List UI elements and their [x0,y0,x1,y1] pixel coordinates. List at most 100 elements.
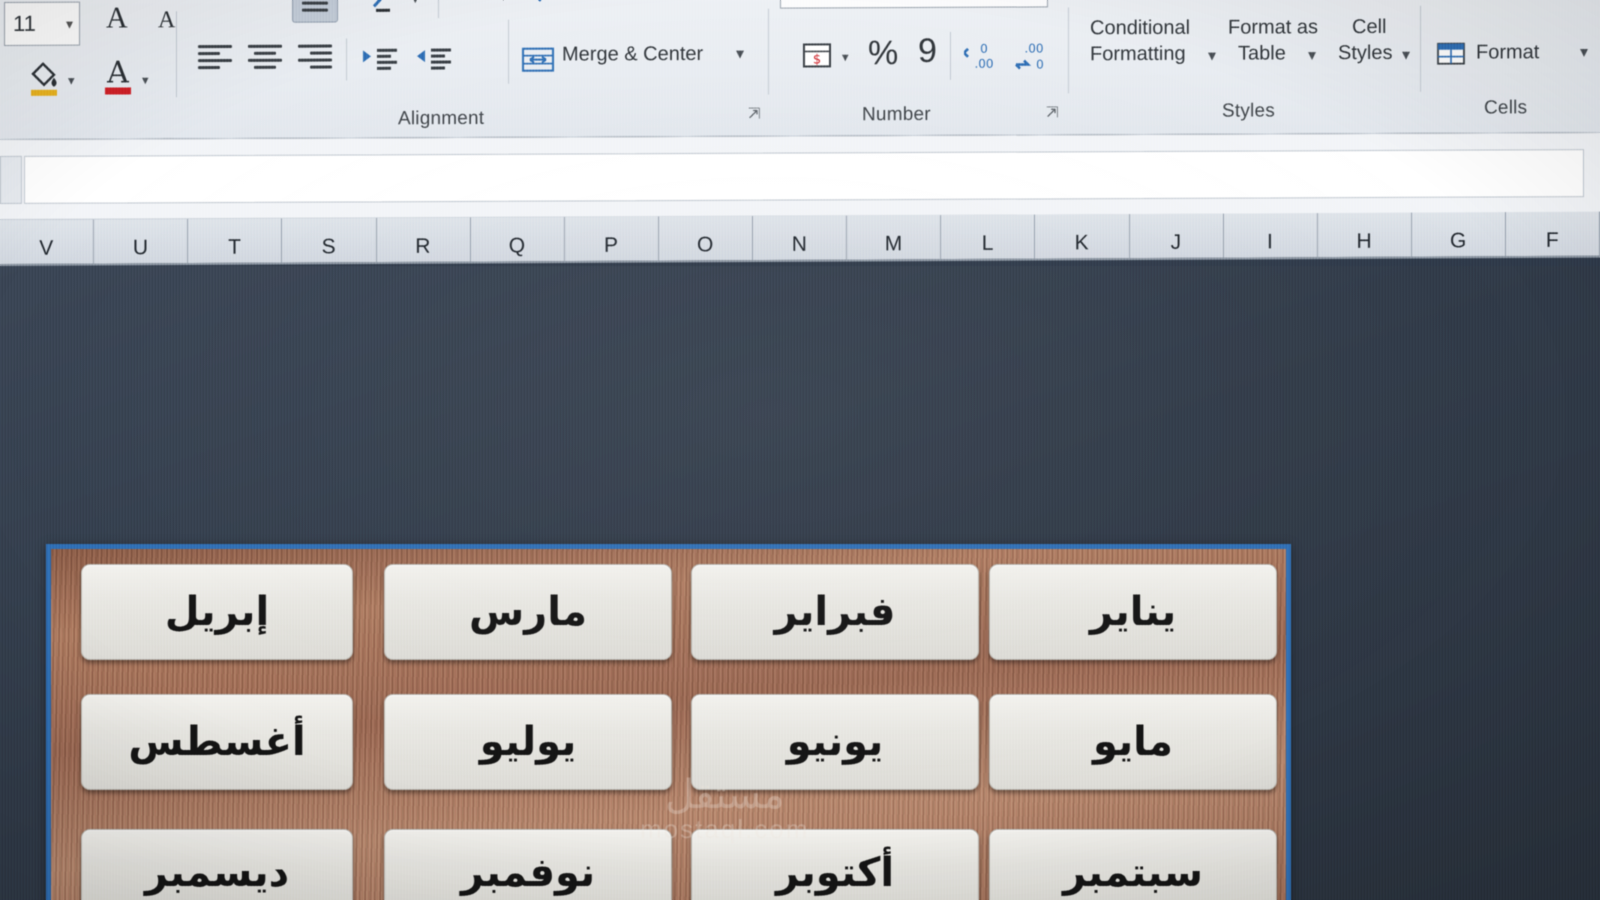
number-dialog-launcher-glyph[interactable]: ⇱ [1046,103,1059,121]
month-button-november[interactable]: نوفمبر [384,829,672,900]
alignment-dialog-launcher[interactable]: ⇱ [748,105,761,123]
format-chevron-icon[interactable]: ▾ [1580,44,1588,61]
cell-styles-label-1[interactable]: Cell [1352,16,1386,39]
orientation-chevron-icon[interactable]: ▾ [412,0,419,6]
cell-styles-button[interactable] [1346,0,1402,4]
merge-center-button[interactable] [518,40,558,80]
percent-style-button[interactable]: % [868,34,898,72]
column-header-O[interactable]: O [658,216,753,261]
column-header-V[interactable]: V [0,219,95,264]
column-header-I[interactable]: I [1223,213,1318,258]
ribbon-group-number: General ▾ $ ▾ % 9 0 [0,0,1048,140]
name-box[interactable] [0,155,22,204]
month-button-march[interactable]: مارس [384,564,672,660]
cell-styles-label-2[interactable]: Styles [1338,42,1392,65]
month-button-october[interactable]: أكتوبر [691,829,979,900]
divider [508,19,509,84]
column-header-Q[interactable]: Q [470,217,565,262]
ribbon-group-styles: Conditional Formatting ▾ Format as Table… [1080,0,1420,135]
month-button-label: فبراير [774,589,896,635]
month-button-december[interactable]: ديسمبر [81,829,353,900]
month-button-july[interactable]: يوليو [384,694,672,790]
month-button-may[interactable]: مايو [989,694,1277,790]
decrease-indent-button[interactable] [358,40,402,80]
conditional-formatting-chevron-icon[interactable]: ▾ [1208,48,1216,65]
formula-input[interactable] [24,149,1584,204]
format-as-table-label-1[interactable]: Format as [1228,16,1318,39]
merge-center-chevron-icon[interactable]: ▾ [736,46,744,63]
column-header-S[interactable]: S [282,218,377,263]
month-button-april[interactable]: إبريل [81,564,353,660]
decrease-decimal-button[interactable]: 0 .00 [962,36,1006,76]
increase-indent-button[interactable] [412,40,456,80]
month-button-february[interactable]: فبراير [691,564,979,660]
increase-decimal-button[interactable]: .00 0 [1012,35,1056,75]
format-cells-label[interactable]: Format [1476,41,1539,64]
month-button-label: نوفمبر [460,850,596,896]
number-group-label: Number [862,103,931,126]
worksheet-area[interactable]: إبريل مارس فبراير يناير أغسطس يوليو يونيو مايو د… [0,266,1600,900]
accounting-chevron-icon[interactable]: ▾ [842,49,849,64]
excel-ribbon: 11 ▾ A A ▾ A ▾ Merge & Center ▾ Alignmen… [0,0,1600,140]
column-header-T[interactable]: T [188,218,283,264]
divider [1068,7,1069,94]
conditional-formatting-label-2[interactable]: Formatting [1090,43,1186,66]
text-direction-icon: أا [472,0,483,3]
column-header-P[interactable]: P [564,216,659,262]
column-header-K[interactable]: K [1035,214,1130,259]
format-as-table-button[interactable] [1242,0,1298,5]
month-button-label: مايو [1093,719,1173,765]
divider [438,0,439,19]
cell-styles-chevron-icon[interactable]: ▾ [1402,47,1410,64]
orientation-button[interactable] [368,0,408,18]
format-cells-button[interactable] [1432,38,1472,74]
formula-bar [0,133,1600,220]
column-header-N[interactable]: N [753,215,848,261]
text-direction-chevron-icon[interactable]: ▾ [500,0,507,4]
accounting-format-icon: $ [803,43,831,68]
wrap-text-button[interactable] [520,0,560,10]
cells-group-label: Cells [1484,97,1528,119]
delete-cells-button[interactable] [1432,0,1472,4]
conditional-formatting-label-1[interactable]: Conditional [1090,17,1190,40]
month-button-june[interactable]: يونيو [691,694,979,790]
column-header-J[interactable]: J [1129,213,1224,259]
column-header-L[interactable]: L [941,214,1036,260]
styles-group-label: Styles [1222,100,1275,122]
column-header-row: VUTSRQPONMLKJIHGF [0,211,1600,266]
photographed-screen: 11 ▾ A A ▾ A ▾ Merge & Center ▾ Alignmen… [0,0,1600,900]
accounting-format-button[interactable]: $ [796,36,840,76]
column-header-R[interactable]: R [376,217,471,263]
month-button-august[interactable]: أغسطس [81,694,353,790]
month-button-label: أغسطس [128,719,306,765]
month-button-label: يوليو [479,719,577,765]
month-button-label: أكتوبر [775,850,895,896]
column-header-M[interactable]: M [847,215,942,260]
increase-indent-icon [417,48,451,70]
align-right-button[interactable] [298,44,332,69]
number-format-combo[interactable]: General ▾ [780,0,1048,9]
column-header-G[interactable]: G [1411,212,1506,257]
column-header-U[interactable]: U [94,219,189,264]
month-button-label: إبريل [164,589,270,635]
merge-center-label[interactable]: Merge & Center [562,43,703,66]
format-as-table-label-2[interactable]: Table [1238,42,1286,65]
format-as-table-chevron-icon[interactable]: ▾ [1308,47,1316,64]
column-header-H[interactable]: H [1317,212,1412,258]
month-button-january[interactable]: يناير [989,564,1277,660]
align-bottom-button[interactable] [292,0,338,23]
cell-styles-icon [1346,0,1402,3]
increase-decimal-icon: .00 0 [1015,41,1044,71]
delete-cells-icon [1435,0,1469,1]
conditional-formatting-button[interactable] [1112,0,1168,7]
comma-style-button[interactable]: 9 [918,32,937,70]
month-button-label: يونيو [786,719,884,765]
svg-text:0: 0 [1036,57,1044,71]
text-direction-button[interactable]: أا [458,0,498,12]
divider [346,38,347,81]
month-button-september[interactable]: سبتمبر [989,829,1277,900]
column-header-F[interactable]: F [1506,211,1600,257]
ribbon-group-cells: Delete ▾ Format ▾ Cells [1430,0,1600,134]
orientation-icon [372,0,398,12]
wrap-text-icon [532,0,542,2]
